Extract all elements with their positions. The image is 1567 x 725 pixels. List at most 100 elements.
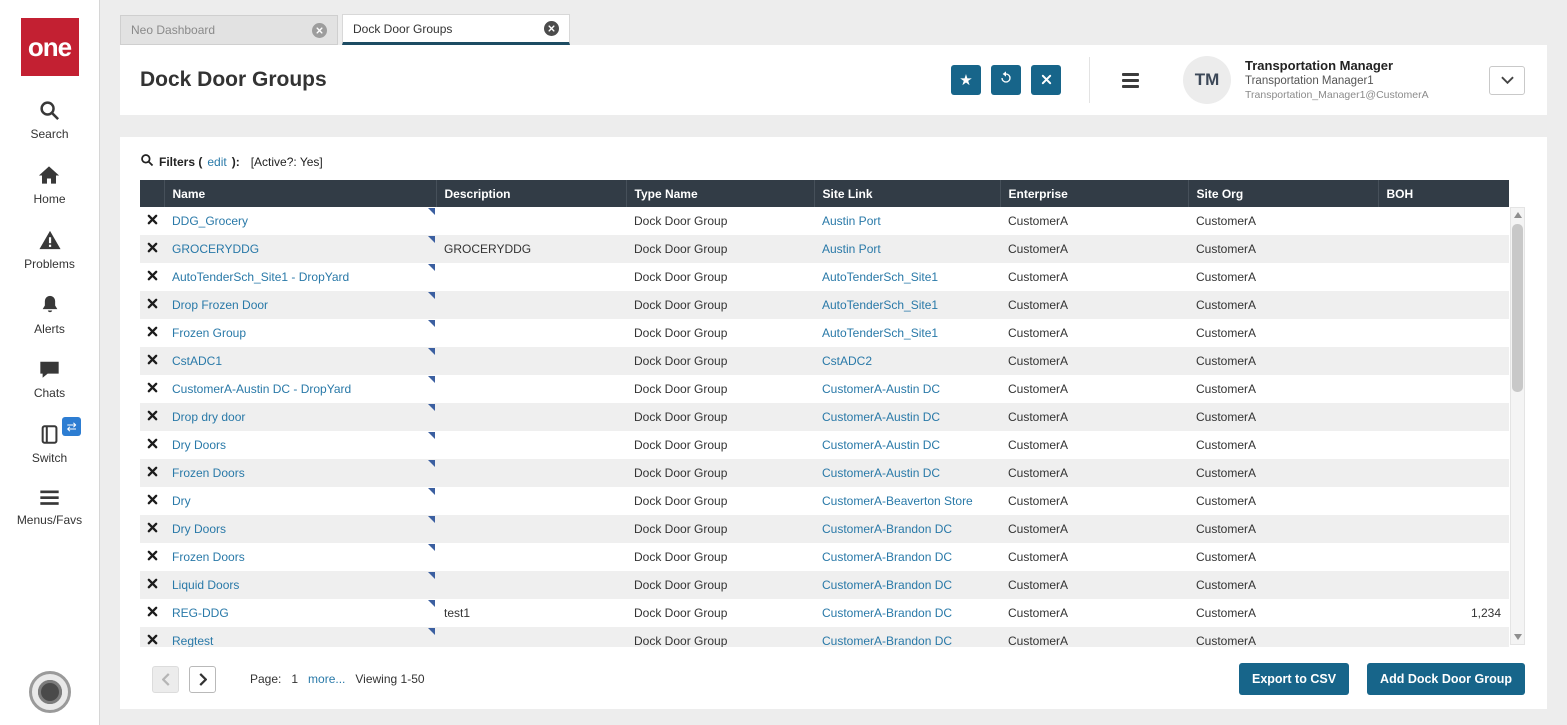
previous-page-button[interactable] — [152, 666, 179, 693]
site-link[interactable]: CustomerA-Austin DC — [822, 382, 940, 396]
smart-link-triangle-icon[interactable] — [428, 544, 435, 551]
name-link[interactable]: AutoTenderSch_Site1 - DropYard — [172, 270, 349, 284]
row-delete-button[interactable] — [140, 431, 164, 459]
name-link[interactable]: Dry — [172, 494, 191, 508]
name-link[interactable]: Frozen Doors — [172, 550, 245, 564]
header-menu-button[interactable] — [1116, 67, 1145, 94]
more-pages-link[interactable]: more... — [308, 672, 345, 686]
column-header-boh[interactable]: BOH — [1378, 180, 1509, 207]
name-link[interactable]: Frozen Doors — [172, 466, 245, 480]
sidebar-item-menus-favs[interactable]: Menus/Favs — [17, 488, 82, 527]
row-delete-button[interactable] — [140, 403, 164, 431]
user-avatar[interactable]: TM — [1183, 56, 1231, 104]
smart-link-triangle-icon[interactable] — [428, 600, 435, 607]
column-header-site-link[interactable]: Site Link — [814, 180, 1000, 207]
name-link[interactable]: CustomerA-Austin DC - DropYard — [172, 382, 351, 396]
row-delete-button[interactable] — [140, 571, 164, 599]
smart-link-triangle-icon[interactable] — [428, 432, 435, 439]
smart-link-triangle-icon[interactable] — [428, 236, 435, 243]
site-link[interactable]: AutoTenderSch_Site1 — [822, 326, 938, 340]
name-link[interactable]: Drop Frozen Door — [172, 298, 268, 312]
row-delete-button[interactable] — [140, 515, 164, 543]
site-link[interactable]: AutoTenderSch_Site1 — [822, 298, 938, 312]
tab-close-icon[interactable] — [312, 23, 327, 38]
tab-close-icon[interactable] — [544, 21, 559, 36]
smart-link-triangle-icon[interactable] — [428, 292, 435, 299]
row-delete-button[interactable] — [140, 207, 164, 235]
row-delete-button[interactable] — [140, 347, 164, 375]
row-delete-button[interactable] — [140, 543, 164, 571]
column-header-type-name[interactable]: Type Name — [626, 180, 814, 207]
user-menu-chevron-button[interactable] — [1489, 66, 1525, 95]
tab-neo-dashboard[interactable]: Neo Dashboard — [120, 15, 338, 45]
add-dock-door-group-button[interactable]: Add Dock Door Group — [1367, 663, 1525, 695]
column-header-site-org[interactable]: Site Org — [1188, 180, 1378, 207]
smart-link-triangle-icon[interactable] — [428, 628, 435, 635]
sidebar-item-problems[interactable]: Problems — [24, 229, 75, 271]
name-link[interactable]: GROCERYDDG — [172, 242, 259, 256]
site-link[interactable]: Austin Port — [822, 214, 881, 228]
name-link[interactable]: Frozen Group — [172, 326, 246, 340]
column-header-name[interactable]: Name — [164, 180, 436, 207]
sidebar-item-chats[interactable]: Chats — [34, 359, 65, 400]
site-link[interactable]: CustomerA-Austin DC — [822, 410, 940, 424]
name-link[interactable]: Dry Doors — [172, 438, 226, 452]
name-link[interactable]: Dry Doors — [172, 522, 226, 536]
favorite-star-button[interactable]: ★ — [951, 65, 981, 95]
row-delete-button[interactable] — [140, 487, 164, 515]
row-delete-button[interactable] — [140, 375, 164, 403]
site-link[interactable]: CustomerA-Brandon DC — [822, 634, 952, 647]
column-header-description[interactable]: Description — [436, 180, 626, 207]
smart-link-triangle-icon[interactable] — [428, 572, 435, 579]
sidebar-item-search[interactable]: Search — [30, 99, 68, 141]
smart-link-triangle-icon[interactable] — [428, 376, 435, 383]
vertical-scrollbar[interactable] — [1510, 207, 1525, 645]
name-link[interactable]: Liquid Doors — [172, 578, 239, 592]
smart-link-triangle-icon[interactable] — [428, 348, 435, 355]
scrollbar-thumb[interactable] — [1512, 224, 1523, 392]
site-link[interactable]: Austin Port — [822, 242, 881, 256]
capture-lens-button[interactable] — [29, 671, 71, 713]
sidebar-item-alerts[interactable]: Alerts — [34, 294, 65, 336]
smart-link-triangle-icon[interactable] — [428, 516, 435, 523]
sidebar-item-home[interactable]: Home — [33, 164, 65, 206]
close-screen-button[interactable] — [1031, 65, 1061, 95]
filters-edit-link[interactable]: edit — [207, 155, 226, 169]
row-delete-button[interactable] — [140, 627, 164, 647]
site-link[interactable]: CustomerA-Brandon DC — [822, 606, 952, 620]
one-logo[interactable]: one — [21, 18, 79, 76]
site-link[interactable]: CustomerA-Brandon DC — [822, 578, 952, 592]
name-link[interactable]: CstADC1 — [172, 354, 222, 368]
name-link[interactable]: DDG_Grocery — [172, 214, 248, 228]
refresh-button[interactable] — [991, 65, 1021, 95]
next-page-button[interactable] — [189, 666, 216, 693]
smart-link-triangle-icon[interactable] — [428, 488, 435, 495]
column-header-enterprise[interactable]: Enterprise — [1000, 180, 1188, 207]
site-link[interactable]: CstADC2 — [822, 354, 872, 368]
site-link[interactable]: AutoTenderSch_Site1 — [822, 270, 938, 284]
row-delete-button[interactable] — [140, 319, 164, 347]
row-delete-button[interactable] — [140, 291, 164, 319]
site-link[interactable]: CustomerA-Brandon DC — [822, 522, 952, 536]
name-link[interactable]: Drop dry door — [172, 410, 245, 424]
name-link[interactable]: Regtest — [172, 634, 213, 647]
smart-link-triangle-icon[interactable] — [428, 404, 435, 411]
smart-link-triangle-icon[interactable] — [428, 208, 435, 215]
export-to-csv-button[interactable]: Export to CSV — [1239, 663, 1349, 695]
tab-dock-door-groups[interactable]: Dock Door Groups — [342, 14, 570, 45]
name-link[interactable]: REG-DDG — [172, 606, 229, 620]
site-link[interactable]: CustomerA-Brandon DC — [822, 550, 952, 564]
smart-link-triangle-icon[interactable] — [428, 460, 435, 467]
smart-link-triangle-icon[interactable] — [428, 264, 435, 271]
site-link[interactable]: CustomerA-Austin DC — [822, 466, 940, 480]
row-delete-button[interactable] — [140, 459, 164, 487]
site-link[interactable]: CustomerA-Austin DC — [822, 438, 940, 452]
scroll-down-arrow-icon[interactable] — [1511, 630, 1524, 644]
row-delete-button[interactable] — [140, 263, 164, 291]
site-link[interactable]: CustomerA-Beaverton Store — [822, 494, 973, 508]
sidebar-item-switch[interactable]: ⇄ Switch — [32, 423, 67, 465]
row-delete-button[interactable] — [140, 235, 164, 263]
row-delete-button[interactable] — [140, 599, 164, 627]
smart-link-triangle-icon[interactable] — [428, 320, 435, 327]
scroll-up-arrow-icon[interactable] — [1511, 208, 1524, 222]
